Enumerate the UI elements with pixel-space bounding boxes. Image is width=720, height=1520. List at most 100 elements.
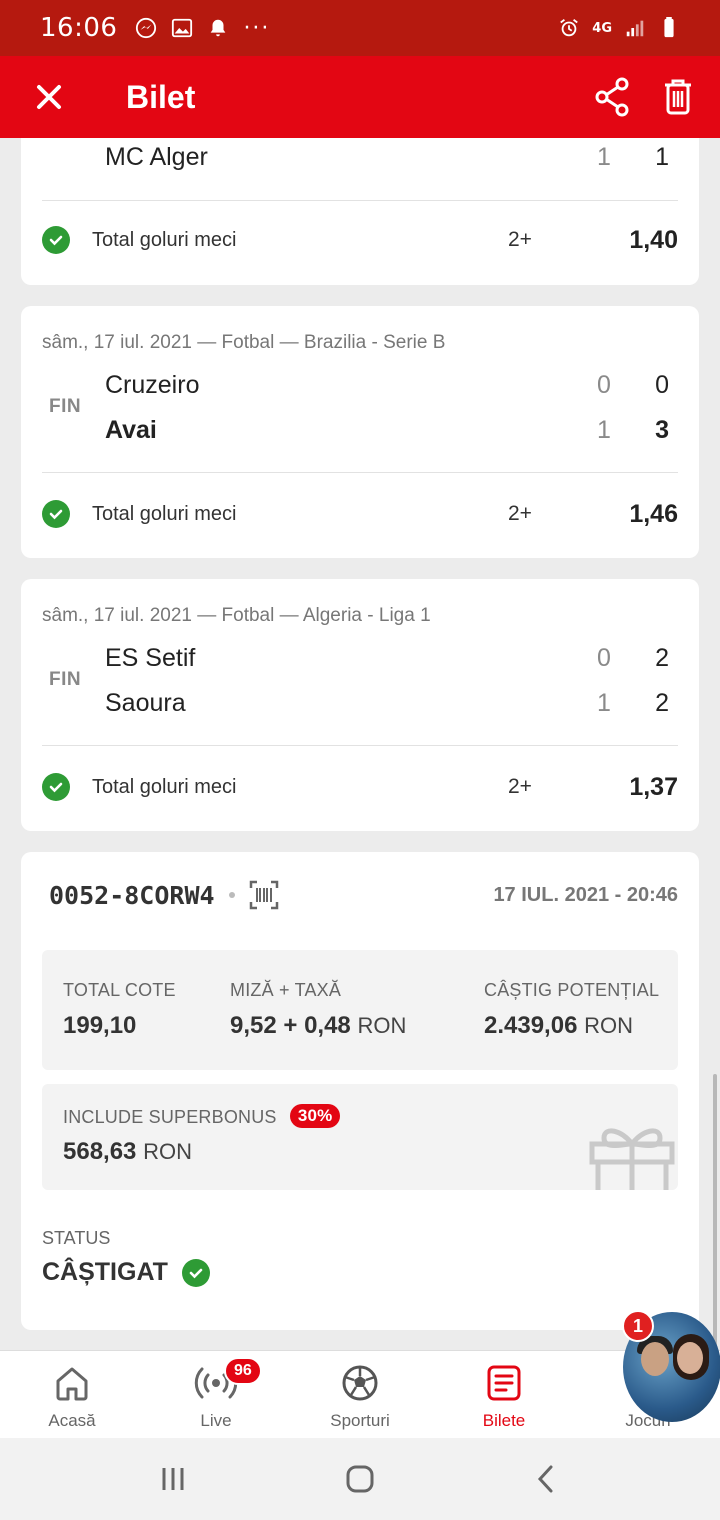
team-name: ES Setif <box>105 643 196 672</box>
final-score: 2 <box>655 643 669 672</box>
superbonus-label: INCLUDE SUPERBONUS 30% <box>63 1104 341 1128</box>
halftime-score: 1 <box>597 688 611 717</box>
team-row: MC Alger 1 1 <box>105 139 669 175</box>
live-count-badge: 96 <box>224 1357 262 1385</box>
delete-icon[interactable] <box>662 77 694 117</box>
network-type: 4G <box>592 20 612 36</box>
team-name: Cruzeiro <box>105 370 200 399</box>
match-state: FIN <box>49 396 82 417</box>
nav-label: Sporturi <box>330 1411 390 1430</box>
superbonus-value: 568,63 RON <box>63 1138 192 1166</box>
won-check-icon <box>42 500 70 528</box>
nav-item-tickets[interactable]: Bilete <box>432 1351 576 1439</box>
barcode-icon[interactable] <box>249 880 279 910</box>
nav-label: Live <box>200 1411 232 1430</box>
currency: RON <box>584 1013 633 1038</box>
halftime-score: 1 <box>597 142 611 171</box>
scrollbar[interactable] <box>713 1074 717 1350</box>
app-bar: Bilet <box>0 56 720 138</box>
soccer-ball-icon <box>342 1365 378 1401</box>
match-card: sâm., 17 iul. 2021 — Fotbal — Brazilia -… <box>21 306 699 558</box>
bet-selection: Total goluri meci 2+ 1,46 <box>42 494 678 534</box>
stake-label: MIZĂ + TAXĂ <box>230 980 342 1000</box>
system-nav-bar <box>0 1438 720 1520</box>
avatar-face <box>641 1342 669 1376</box>
team-row: Cruzeiro 0 0 <box>105 367 669 403</box>
close-button[interactable] <box>0 56 98 138</box>
final-score: 3 <box>655 415 669 444</box>
currency: RON <box>357 1013 407 1038</box>
selection: 2+ <box>508 502 532 525</box>
divider <box>42 745 678 746</box>
more-notifications-icon: ··· <box>243 15 271 41</box>
total-odds-label: TOTAL COTE <box>63 980 176 1000</box>
nav-label: Bilete <box>482 1411 526 1430</box>
selection: 2+ <box>508 228 532 251</box>
share-icon[interactable] <box>594 77 630 117</box>
won-check-icon <box>42 773 70 801</box>
signal-icon <box>626 20 644 37</box>
nav-item-sports[interactable]: Sporturi <box>288 1351 432 1439</box>
status-value: CÂȘTIGAT <box>42 1258 210 1287</box>
back-icon[interactable] <box>532 1464 562 1494</box>
status-time: 16:06 <box>40 13 118 43</box>
team-row: Avai 1 3 <box>105 412 669 448</box>
chat-unread-badge: 1 <box>622 1310 654 1342</box>
status-bar: 16:06 ··· 4G <box>0 0 720 56</box>
odd-value: 1,40 <box>629 225 678 254</box>
currency: RON <box>143 1139 192 1164</box>
final-score: 0 <box>655 370 669 399</box>
market-name: Total goluri meci <box>92 228 237 251</box>
stake-amount: 9,52 + 0,48 <box>230 1012 351 1039</box>
divider <box>42 200 678 201</box>
market-name: Total goluri meci <box>92 502 237 525</box>
separator-dot <box>228 892 235 898</box>
match-meta: sâm., 17 iul. 2021 — Fotbal — Brazilia -… <box>42 332 446 353</box>
won-check-icon <box>42 226 70 254</box>
totals-box: TOTAL COTE 199,10 MIZĂ + TAXĂ 9,52 + 0,4… <box>42 950 678 1070</box>
selection: 2+ <box>508 775 532 798</box>
odd-value: 1,46 <box>629 499 678 528</box>
final-score: 2 <box>655 688 669 717</box>
odd-value: 1,37 <box>629 772 678 801</box>
ticket-code[interactable]: 0052-8CORW4 <box>49 880 279 910</box>
nav-item-live[interactable]: 96 Live <box>144 1351 288 1439</box>
home-icon <box>56 1367 88 1401</box>
team-name: Saoura <box>105 688 186 717</box>
superbonus-box: INCLUDE SUPERBONUS 30% 568,63 RON <box>42 1084 678 1190</box>
home-button-icon[interactable] <box>345 1464 375 1494</box>
nav-item-home[interactable]: Acasă <box>0 1351 144 1439</box>
market-name: Total goluri meci <box>92 775 237 798</box>
superbonus-percent-badge: 30% <box>289 1104 341 1128</box>
team-name: MC Alger <box>105 142 208 171</box>
team-row: ES Setif 0 2 <box>105 640 669 676</box>
messenger-icon <box>136 17 157 39</box>
status-text: CÂȘTIGAT <box>42 1258 168 1286</box>
potential-amount: 2.439,06 <box>484 1012 578 1039</box>
notification-bell-icon <box>211 19 226 37</box>
ticket-summary: 0052-8CORW4 17 IUL. 2021 - 20:46 TOTAL C… <box>21 852 699 1330</box>
total-odds-value: 199,10 <box>63 1012 137 1039</box>
halftime-score: 0 <box>597 643 611 672</box>
match-card: sâm., 17 iul. 2021 — Fotbal — Algeria - … <box>21 579 699 831</box>
won-check-icon <box>181 1258 210 1287</box>
halftime-score: 0 <box>597 370 611 399</box>
ticket-code-text: 0052-8CORW4 <box>49 880 215 910</box>
recent-apps-icon[interactable] <box>158 1464 188 1494</box>
team-row: Saoura 1 2 <box>105 685 669 721</box>
halftime-score: 1 <box>597 415 611 444</box>
potential-win-label: CÂȘTIG POTENȚIAL <box>484 980 660 1000</box>
match-state: FIN <box>49 669 82 690</box>
battery-icon <box>664 17 674 38</box>
bet-selection: Total goluri meci 2+ 1,37 <box>42 767 678 807</box>
status-label: STATUS <box>42 1228 111 1248</box>
ticket-date: 17 IUL. 2021 - 20:46 <box>493 884 678 906</box>
stake-value: 9,52 + 0,48 RON <box>230 1012 406 1040</box>
match-card: MC Alger 1 1 Total goluri meci 2+ 1,40 <box>21 138 699 285</box>
bet-selection: Total goluri meci 2+ 1,40 <box>42 220 678 260</box>
ticket-list-icon <box>487 1365 521 1401</box>
nav-label: Acasă <box>48 1411 96 1430</box>
final-score: 1 <box>655 142 669 171</box>
bottom-nav: Acasă 96 Live Sporturi Bilete Jocuri <box>0 1350 720 1438</box>
gift-icon <box>589 1128 675 1190</box>
